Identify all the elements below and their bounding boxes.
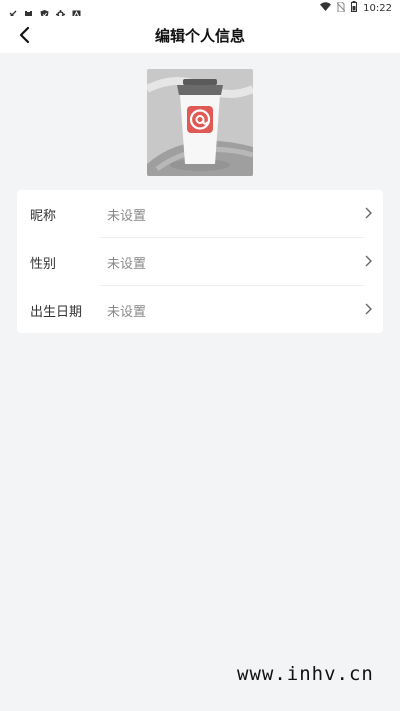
- clipboard-icon: [24, 4, 33, 19]
- battery-icon: [351, 1, 358, 15]
- chevron-right-icon: [365, 207, 372, 219]
- gender-label: 性别: [30, 257, 57, 272]
- avatar[interactable]: [147, 69, 253, 176]
- chevron-right-icon: [365, 255, 372, 267]
- profile-info-card: 昵称 未设置 性别 未设置 出生日期 未设置: [17, 190, 383, 333]
- birthdate-row[interactable]: 出生日期 未设置: [17, 286, 383, 333]
- coffee-cup-avatar-icon: [147, 69, 253, 176]
- chevron-right-icon: [365, 303, 372, 315]
- notification-icon: [8, 4, 17, 18]
- status-bar: 10:22: [0, 0, 400, 19]
- shield-icon: [40, 4, 49, 19]
- wifi-icon: [320, 2, 332, 14]
- watermark-text: www.inhv.cn: [237, 663, 374, 685]
- no-sim-icon: [336, 1, 346, 15]
- app-icon: [72, 4, 81, 18]
- gender-row[interactable]: 性别 未设置: [17, 238, 383, 285]
- status-left-icons: [8, 4, 81, 19]
- gender-value: 未设置: [107, 257, 147, 272]
- gear-icon: [56, 4, 65, 19]
- status-time: 10:22: [363, 2, 392, 14]
- page-title: 编辑个人信息: [154, 27, 245, 45]
- nickname-row[interactable]: 昵称 未设置: [17, 190, 383, 237]
- nickname-value: 未设置: [107, 209, 147, 224]
- header-bar: 编辑个人信息: [0, 16, 400, 53]
- birthdate-label: 出生日期: [30, 305, 83, 320]
- nickname-label: 昵称: [30, 209, 57, 224]
- status-right: 10:22: [320, 1, 392, 15]
- birthdate-value: 未设置: [107, 305, 147, 320]
